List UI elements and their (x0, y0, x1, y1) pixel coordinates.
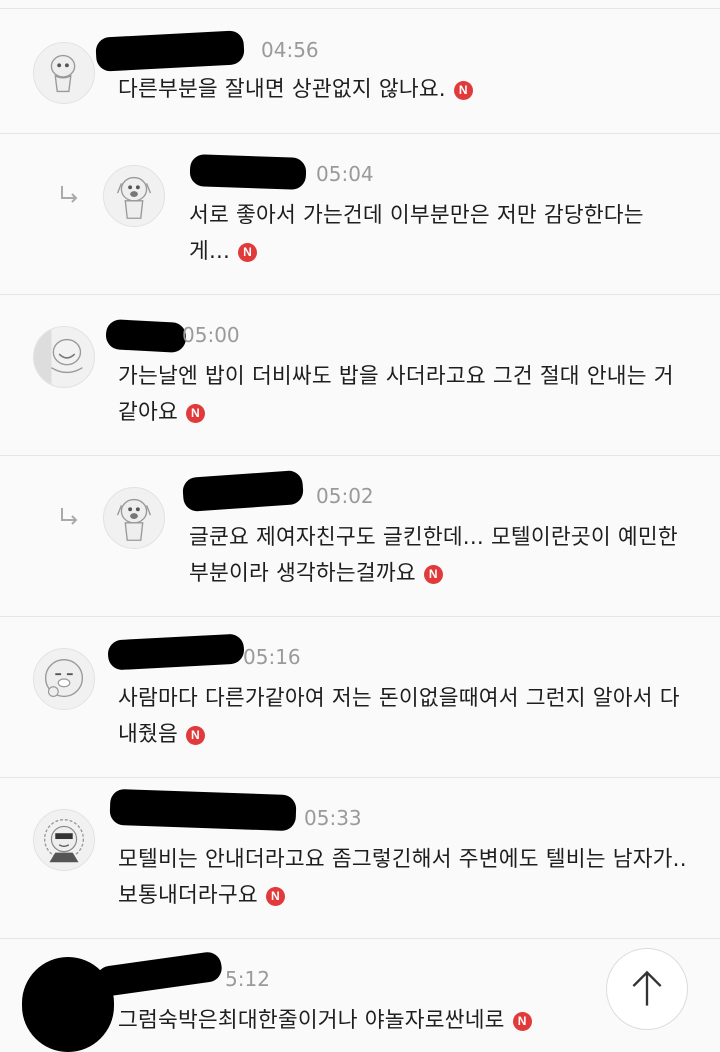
new-badge: N (512, 1012, 532, 1031)
comment-text-content: 그럼숙박은최대한줄이거나 야놀자로싼네로 (118, 1008, 505, 1033)
new-badge: N (185, 726, 205, 745)
scroll-to-top-button[interactable] (606, 948, 688, 1030)
comment-time: 5:12 (225, 967, 270, 991)
comment-text: 다른부분을 잘내면 상관없지 않나요. N (118, 72, 688, 108)
arrow-up-icon (632, 970, 662, 1006)
new-badge: N (265, 887, 285, 906)
comment-text: 글쿤요 제여자친구도 글킨한데... 모텔이란곳이 예민한부분이라 생각하는걸까… (189, 520, 689, 592)
comment-text: 서로 좋아서 가는건데 이부분만은 저만 감당한다는 게... N (189, 198, 689, 270)
avatar-face-icon (34, 327, 83, 387)
new-badge: N (453, 81, 473, 100)
comment-time: 05:04 (316, 162, 374, 186)
comment-time: 05:33 (304, 806, 362, 830)
comment-time: 04:56 (261, 38, 319, 62)
redacted-username (94, 950, 224, 998)
redacted-username (95, 30, 245, 72)
redacted-username (189, 153, 307, 191)
comment-time: 05:16 (243, 645, 301, 669)
comment-item[interactable]: 05:16 사람마다 다른가같아여 저는 돈이없을때여서 그런지 알아서 다내줬… (0, 617, 720, 778)
comment-text: 사람마다 다른가같아여 저는 돈이없을때여서 그런지 알아서 다내줬음 N (118, 681, 693, 753)
comment-time: 05:02 (316, 484, 374, 508)
top-divider (0, 0, 720, 9)
comment-item[interactable]: 05:00 가는날엔 밥이 더비싸도 밥을 사더라고요 그건 절대 안내는 거같… (0, 295, 720, 456)
avatar-character-icon (50, 54, 76, 93)
comment-item[interactable]: 05:33 모텔비는 안내더라고요 좀그렇긴해서 주변에도 텔비는 남자가..보… (0, 778, 720, 939)
comment-text-content: 다른부분을 잘내면 상관없지 않나요. (118, 77, 446, 102)
avatar[interactable] (103, 487, 165, 549)
avatar[interactable] (103, 165, 165, 227)
avatar[interactable] (33, 42, 95, 104)
comment-item[interactable]: 05:02 글쿤요 제여자친구도 글킨한데... 모텔이란곳이 예민한부분이라 … (0, 456, 720, 617)
new-badge: N (423, 565, 443, 584)
reply-arrow-icon (61, 508, 78, 525)
reply-arrow-icon (61, 186, 78, 203)
comment-text: 그럼숙박은최대한줄이거나 야놀자로싼네로 N (118, 1003, 588, 1039)
avatar[interactable] (33, 326, 95, 388)
comment-list: 04:56 다른부분을 잘내면 상관없지 않나요. N 05:04 서로 좋아서 … (0, 0, 720, 1052)
comment-item[interactable]: 04:56 다른부분을 잘내면 상관없지 않나요. N (0, 10, 720, 134)
new-badge: N (185, 404, 205, 423)
comment-text: 가는날엔 밥이 더비싸도 밥을 사더라고요 그건 절대 안내는 거같아요 N (118, 359, 693, 431)
redacted-username (107, 633, 245, 671)
redacted-username (105, 318, 187, 354)
redacted-username (181, 469, 305, 513)
avatar[interactable] (33, 648, 95, 710)
comment-text: 모텔비는 안내더라고요 좀그렇긴해서 주변에도 텔비는 남자가..보통내더라구요… (118, 842, 693, 914)
avatar-dog-icon (116, 176, 152, 219)
new-badge: N (238, 243, 258, 262)
comment-time: 05:00 (182, 323, 240, 347)
comment-text-content: 모텔비는 안내더라고요 좀그렇긴해서 주변에도 텔비는 남자가..보통내더라구요 (118, 847, 687, 908)
redacted-username (109, 788, 297, 832)
comment-item[interactable]: 05:04 서로 좋아서 가는건데 이부분만은 저만 감당한다는 게... N (0, 134, 720, 295)
avatar-lion-icon (44, 658, 84, 698)
comment-text-content: 서로 좋아서 가는건데 이부분만은 저만 감당한다는 게... (189, 203, 644, 264)
avatar[interactable] (33, 809, 95, 871)
avatar-dog-icon (116, 498, 152, 541)
avatar-furry-icon (43, 819, 85, 863)
